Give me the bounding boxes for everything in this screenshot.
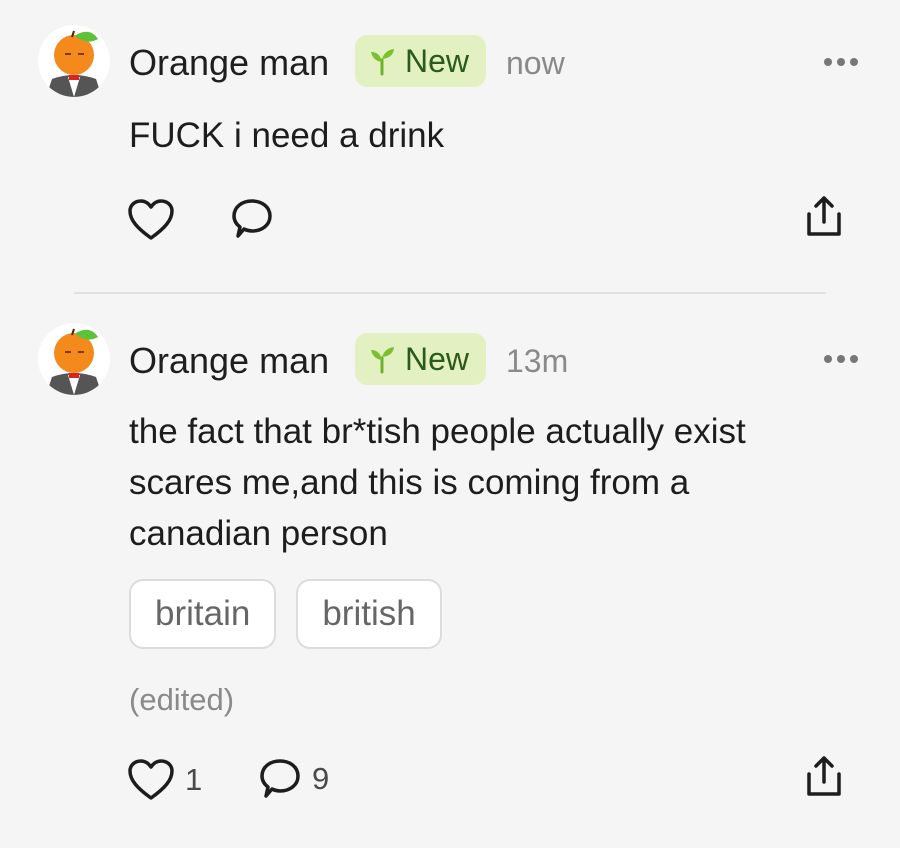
divider	[74, 292, 826, 294]
author-name[interactable]: Orange man	[129, 343, 329, 379]
tag-chip[interactable]: britain	[129, 579, 277, 649]
more-icon[interactable]	[822, 353, 860, 365]
edited-label: (edited)	[129, 682, 235, 717]
comment-button[interactable]	[230, 198, 274, 240]
share-icon	[807, 196, 841, 236]
share-button[interactable]	[806, 194, 842, 238]
post: Orange man New now FUCK i need a drink	[0, 0, 900, 292]
timestamp: now	[506, 45, 565, 81]
like-count: 1	[185, 762, 203, 797]
new-badge: New	[355, 35, 486, 87]
badge-label: New	[405, 43, 470, 79]
heart-icon	[128, 759, 174, 800]
badge-label: New	[405, 341, 470, 377]
author-name[interactable]: Orange man	[129, 45, 329, 81]
sprout-icon	[371, 347, 394, 374]
post-text: the fact that br*tish people actually ex…	[129, 412, 746, 553]
like-button[interactable]	[127, 198, 175, 242]
comment-icon	[260, 759, 300, 798]
post: Orange man New 13m the fact that br*tish…	[0, 296, 900, 848]
comment-button[interactable]: 9	[258, 758, 329, 800]
feed: Orange man New now FUCK i need a drink O…	[0, 0, 900, 848]
share-button[interactable]	[806, 754, 842, 798]
post-actions	[0, 194, 900, 244]
orange-man-avatar-icon	[38, 323, 110, 395]
tag-chip[interactable]: british	[296, 579, 442, 649]
post-actions: 1 9	[0, 754, 900, 804]
new-badge: New	[355, 333, 486, 385]
post-text: FUCK i need a drink	[129, 116, 445, 155]
like-button[interactable]: 1	[127, 758, 202, 802]
comment-icon	[232, 199, 272, 238]
heart-icon	[128, 199, 174, 240]
sprout-icon	[371, 49, 394, 76]
orange-man-avatar-icon	[38, 25, 110, 97]
avatar[interactable]	[38, 25, 110, 97]
comment-count: 9	[312, 761, 330, 796]
share-icon	[807, 756, 841, 796]
tag-list: britain british	[129, 579, 442, 649]
avatar[interactable]	[38, 323, 110, 395]
more-icon[interactable]	[822, 56, 860, 68]
timestamp: 13m	[506, 343, 569, 379]
